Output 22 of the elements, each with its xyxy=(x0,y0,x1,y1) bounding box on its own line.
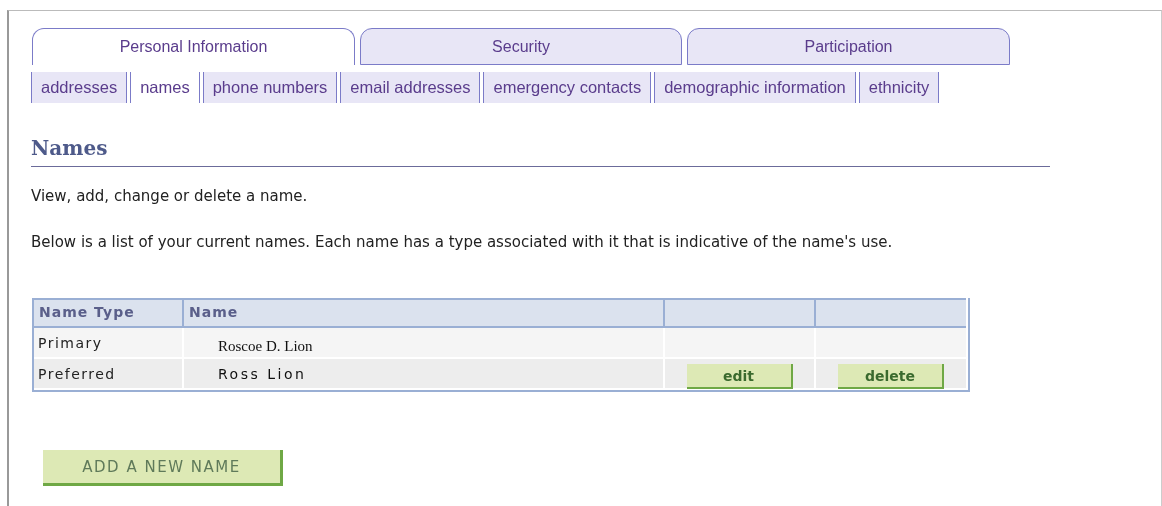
subtab[interactable]: demographic information xyxy=(654,72,856,103)
add-name-button[interactable]: ADD A NEW NAME xyxy=(43,450,283,486)
column-header: Name Type xyxy=(34,298,184,328)
intro-text: View, add, change or delete a name. xyxy=(31,187,309,205)
subtab[interactable]: phone numbers xyxy=(202,72,338,103)
subtab[interactable]: emergency contacts xyxy=(483,72,652,103)
subtab[interactable]: email addresses xyxy=(340,72,481,103)
tab[interactable]: Personal Information xyxy=(32,28,355,65)
tab[interactable]: Security xyxy=(360,28,682,65)
delete-button[interactable]: delete xyxy=(838,364,944,389)
table-cell: Preferred xyxy=(34,359,184,390)
section-heading: Names xyxy=(31,136,1050,167)
tab[interactable]: Participation xyxy=(687,28,1010,65)
edit-button[interactable]: edit xyxy=(686,364,793,389)
subtab[interactable]: ethnicity xyxy=(858,72,940,103)
subtab[interactable]: names xyxy=(130,72,200,103)
column-header: Name xyxy=(184,298,665,328)
table-cell: Primary xyxy=(34,328,184,359)
subtab[interactable]: addresses xyxy=(31,72,128,103)
description-text: Below is a list of your current names. Each name has a type associated with it that is indicative of the name's use. xyxy=(31,233,894,251)
table-cell: Roscoe D. Lion xyxy=(184,328,665,359)
table-cell: Ross Lion xyxy=(184,359,665,390)
